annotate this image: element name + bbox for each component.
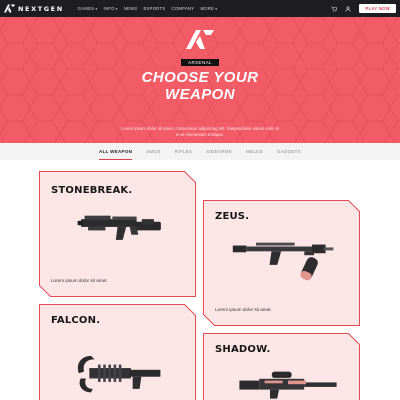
logo-icon [4,4,15,13]
weapon-title: FALCON. [51,315,101,326]
hero-subtitle: Lorem ipsum dolor sit amet, consectetur … [120,126,280,137]
claw-weapon-icon [77,355,161,393]
chevron-down-icon: ▾ [215,6,218,11]
hero-logo-icon [186,30,214,49]
tab-sidearms[interactable]: SIDEARMS [206,143,232,160]
nav-item-company[interactable]: COMPANY [172,6,195,11]
play-now-button[interactable]: PLAY NOW [359,4,396,13]
nav-item-games[interactable]: GAMES ▾ [78,6,98,11]
nav-item-more[interactable]: MORE ▾ [200,6,217,11]
tab-all-weapon[interactable]: ALL WEAPON [99,143,133,160]
chevron-down-icon: ▾ [95,6,98,11]
weapon-category-tabs: ALL WEAPON SMGS RIFLES SIDEARMS MELEE GA… [0,143,400,160]
nav-actions: PLAY NOW [331,4,396,13]
card-corner-notch [348,333,360,345]
card-corner-notch [203,314,215,326]
sniper-weapon-icon [239,371,337,399]
card-corner-notch [348,200,360,212]
brand-name: NEXTGEN [18,4,64,13]
tab-smgs[interactable]: SMGS [146,143,160,160]
hero-title: CHOOSE YOUR WEAPON [0,69,400,103]
hero-title-line-1: CHOOSE YOUR [141,69,259,86]
weapon-title: ZEUS. [215,211,250,222]
weapon-title: STONEBREAK. [51,185,133,196]
launcher-weapon-icon [77,215,161,240]
weapon-card-stonebreak[interactable]: STONEBREAK. Lorem ipsum dolor sit amet. [39,171,196,297]
cart-icon[interactable] [331,6,338,12]
weapon-card-zeus[interactable]: ZEUS. Lorem ipsum dolor sit amet. [203,200,360,326]
weapon-title: SHADOW. [215,344,271,355]
chevron-down-icon: ▾ [115,6,118,11]
top-nav: NEXTGEN GAMES ▾ INFO ▾ NEWS ESPORTS COMPAN… [0,0,400,17]
tab-rifles[interactable]: RIFLES [175,143,193,160]
nav-item-news[interactable]: NEWS [124,6,138,11]
user-icon[interactable] [345,5,352,12]
crossbow-weapon-icon [232,242,334,281]
nav-menu: GAMES ▾ INFO ▾ NEWS ESPORTS COMPANY MORE ▾ [78,6,218,11]
hero-banner: ARSENAL CHOOSE YOUR WEAPON Lorem ipsum d… [0,17,400,143]
brand-logo[interactable]: NEXTGEN [4,4,64,13]
weapon-card-shadow[interactable]: SHADOW. [203,333,360,400]
weapon-card-falcon[interactable]: FALCON. [39,304,196,400]
card-corner-notch [184,304,196,316]
tab-melee[interactable]: MELEE [246,143,263,160]
card-corner-notch [184,171,196,183]
weapon-description: Lorem ipsum dolor sit amet. [51,278,108,283]
nav-item-esports[interactable]: ESPORTS [143,6,165,11]
card-corner-notch [39,285,51,297]
weapon-description: Lorem ipsum dolor sit amet. [215,307,272,312]
hero-title-line-2: WEAPON [165,86,235,103]
nav-item-info[interactable]: INFO ▾ [103,6,117,11]
arsenal-badge: ARSENAL [181,59,219,66]
tab-gadgets[interactable]: GADGETS [277,143,301,160]
